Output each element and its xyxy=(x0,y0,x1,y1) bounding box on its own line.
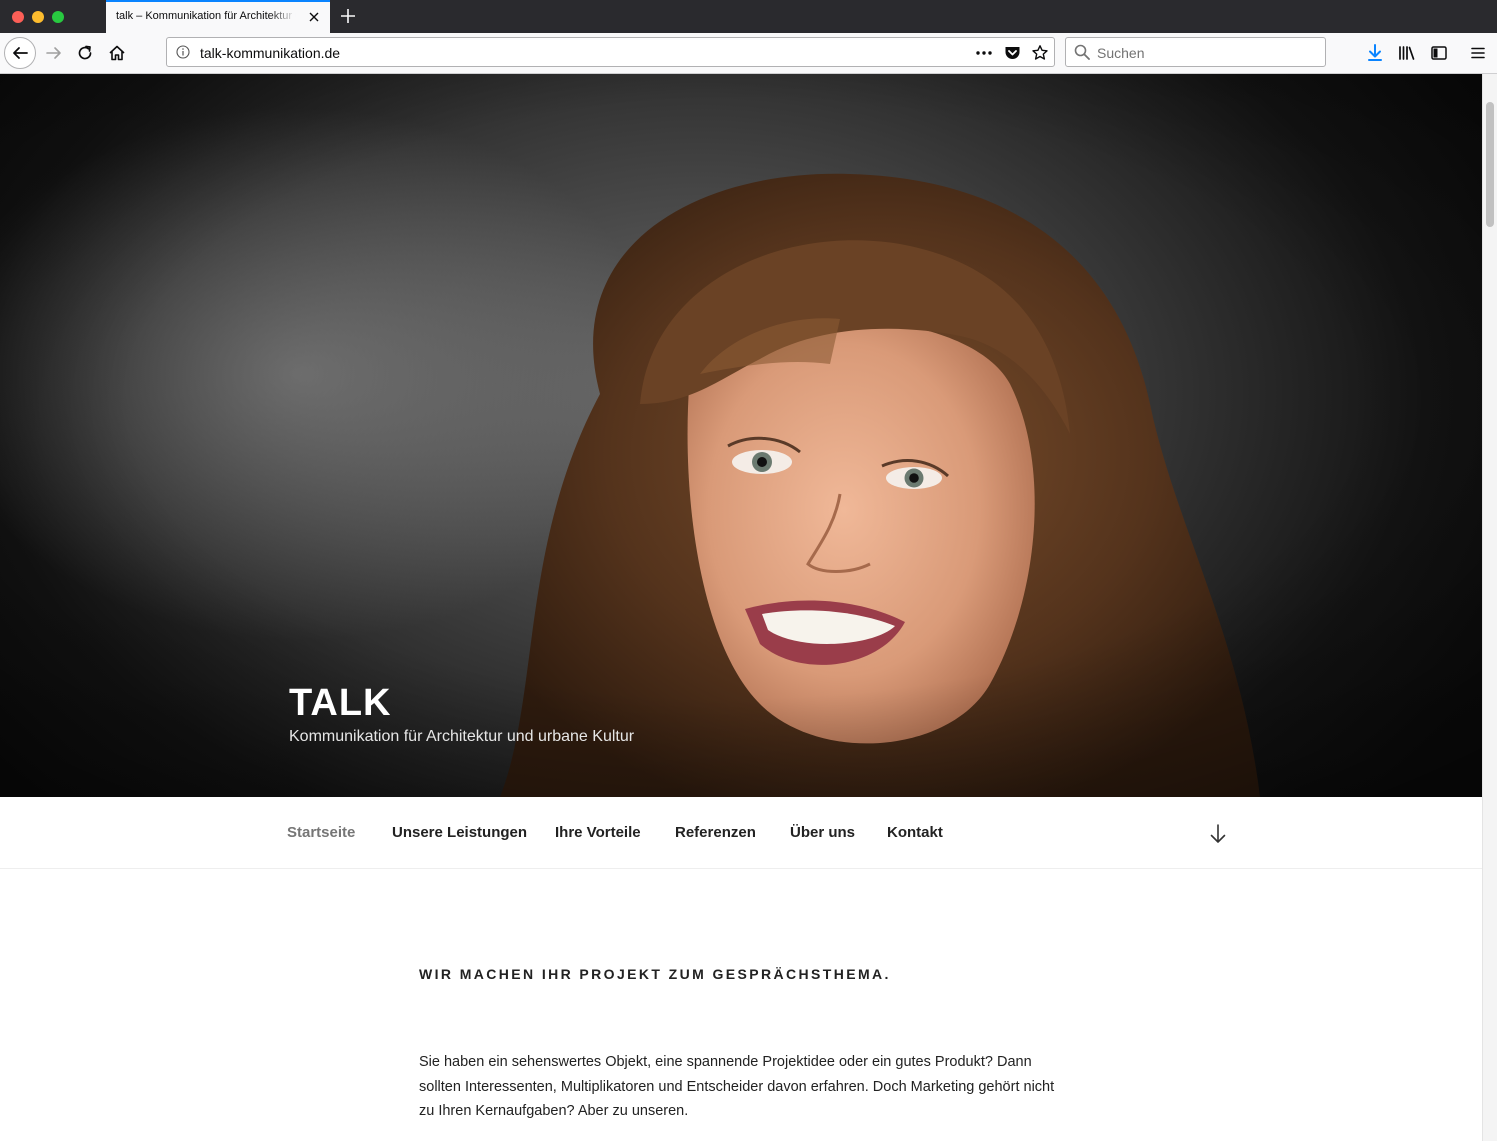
site-title[interactable]: TALK xyxy=(289,682,392,725)
new-tab-plus-icon[interactable] xyxy=(338,6,358,26)
downloads-button[interactable] xyxy=(1360,38,1390,68)
browser-tab-active[interactable]: talk – Kommunikation für Architektur und… xyxy=(106,0,330,33)
sidebar-button[interactable] xyxy=(1424,38,1454,68)
hero-header-image: TALK Kommunikation für Architektur und u… xyxy=(0,74,1482,797)
reload-button[interactable] xyxy=(70,38,100,68)
library-icon xyxy=(1399,46,1415,60)
nav-item-referenzen[interactable]: Referenzen xyxy=(675,824,756,841)
arrow-right-icon xyxy=(46,47,61,59)
portrait-photo xyxy=(0,74,1482,797)
address-bar[interactable]: talk-kommunikation.de xyxy=(166,37,1055,67)
nav-item-unsere-leistungen[interactable]: Unsere Leistungen xyxy=(392,824,527,841)
reload-icon xyxy=(78,45,92,60)
pocket-icon[interactable] xyxy=(1003,44,1021,62)
download-arrow-icon xyxy=(1368,44,1382,61)
browser-toolbar: talk-kommunikation.de Suchen xyxy=(0,33,1497,74)
nav-item-kontakt[interactable]: Kontakt xyxy=(887,824,943,841)
site-navigation: Startseite Unsere Leistungen Ihre Vortei… xyxy=(0,797,1482,869)
search-bar[interactable]: Suchen xyxy=(1065,37,1326,67)
scrollbar-thumb[interactable] xyxy=(1486,102,1494,227)
hamburger-menu-icon xyxy=(1471,47,1485,59)
site-description: Kommunikation für Architektur und urbane… xyxy=(289,728,635,745)
nav-item-startseite[interactable]: Startseite xyxy=(287,824,355,841)
zoom-window-button[interactable] xyxy=(52,11,64,23)
browser-titlebar: talk – Kommunikation für Architektur und… xyxy=(0,0,1497,33)
library-button[interactable] xyxy=(1392,38,1422,68)
section-heading: WIR MACHEN IHR PROJEKT ZUM GESPRÄCHSTHEM… xyxy=(419,966,891,982)
page-actions-icon[interactable] xyxy=(975,44,993,62)
home-icon xyxy=(109,45,125,61)
intro-paragraph: Sie haben ein sehenswertes Objekt, eine … xyxy=(419,1054,1055,1119)
home-button[interactable] xyxy=(102,38,132,68)
bookmark-star-icon[interactable] xyxy=(1031,44,1049,62)
nav-item-ihre-vorteile[interactable]: Ihre Vorteile xyxy=(555,824,641,841)
info-icon[interactable] xyxy=(176,45,190,59)
scroll-down-arrow-icon[interactable] xyxy=(1208,823,1228,845)
forward-button[interactable] xyxy=(39,38,69,68)
search-icon xyxy=(1074,44,1090,60)
close-icon[interactable] xyxy=(306,9,322,25)
search-input[interactable]: Suchen xyxy=(1097,45,1144,61)
menu-button[interactable] xyxy=(1463,38,1493,68)
page-scrollbar[interactable] xyxy=(1482,74,1497,1141)
tab-title: talk – Kommunikation für Architektur und… xyxy=(116,10,296,22)
nav-item-ueber-uns[interactable]: Über uns xyxy=(790,824,855,841)
close-window-button[interactable] xyxy=(12,11,24,23)
url-text[interactable]: talk-kommunikation.de xyxy=(200,45,340,61)
minimize-window-button[interactable] xyxy=(32,11,44,23)
back-button[interactable] xyxy=(4,37,36,69)
arrow-left-icon xyxy=(13,47,28,59)
sidebar-icon xyxy=(1431,46,1447,60)
